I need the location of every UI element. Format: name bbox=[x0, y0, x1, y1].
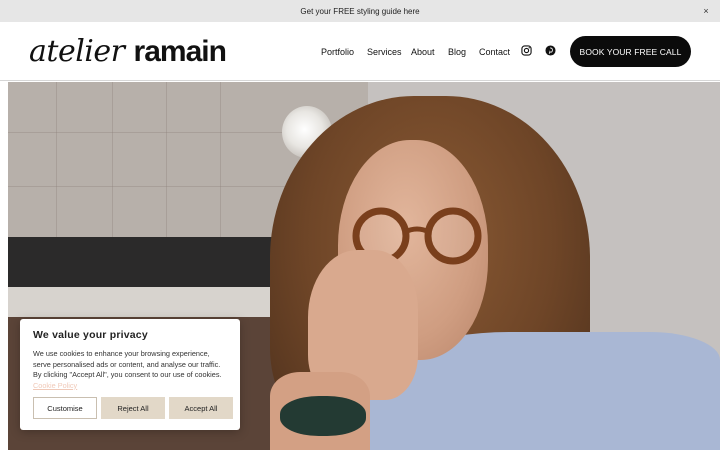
instagram-icon[interactable] bbox=[521, 45, 532, 56]
announcement-text[interactable]: Get your FREE styling guide here bbox=[300, 7, 419, 16]
logo-italic-text: atelier bbox=[29, 34, 125, 69]
cookie-body-text: We use cookies to enhance your browsing … bbox=[33, 349, 222, 380]
cookie-body: We use cookies to enhance your browsing … bbox=[33, 349, 227, 391]
cookie-buttons: Customise Reject All Accept All bbox=[33, 397, 233, 419]
accept-all-button[interactable]: Accept All bbox=[169, 397, 233, 419]
nav-blog[interactable]: Blog bbox=[448, 47, 466, 57]
cookie-policy-link[interactable]: Cookie Policy bbox=[33, 381, 77, 390]
site-logo[interactable]: atelier ramain bbox=[29, 34, 227, 70]
announcement-bar[interactable]: Get your FREE styling guide here × bbox=[0, 0, 720, 22]
close-icon[interactable]: × bbox=[700, 5, 712, 17]
logo-bold-text: ramain bbox=[133, 35, 227, 68]
site-header: atelier ramain Portfolio Services About … bbox=[0, 22, 720, 81]
nav-services[interactable]: Services bbox=[367, 47, 402, 57]
book-free-call-button[interactable]: BOOK YOUR FREE CALL bbox=[570, 36, 691, 67]
reject-all-button[interactable]: Reject All bbox=[101, 397, 165, 419]
nav-portfolio[interactable]: Portfolio bbox=[321, 47, 354, 57]
pinterest-icon[interactable] bbox=[545, 45, 556, 56]
cookie-title: We value your privacy bbox=[33, 329, 148, 341]
nav-about[interactable]: About bbox=[411, 47, 435, 57]
nav-contact[interactable]: Contact bbox=[479, 47, 510, 57]
customise-button[interactable]: Customise bbox=[33, 397, 97, 419]
cookie-consent-dialog: We value your privacy We use cookies to … bbox=[20, 319, 240, 430]
